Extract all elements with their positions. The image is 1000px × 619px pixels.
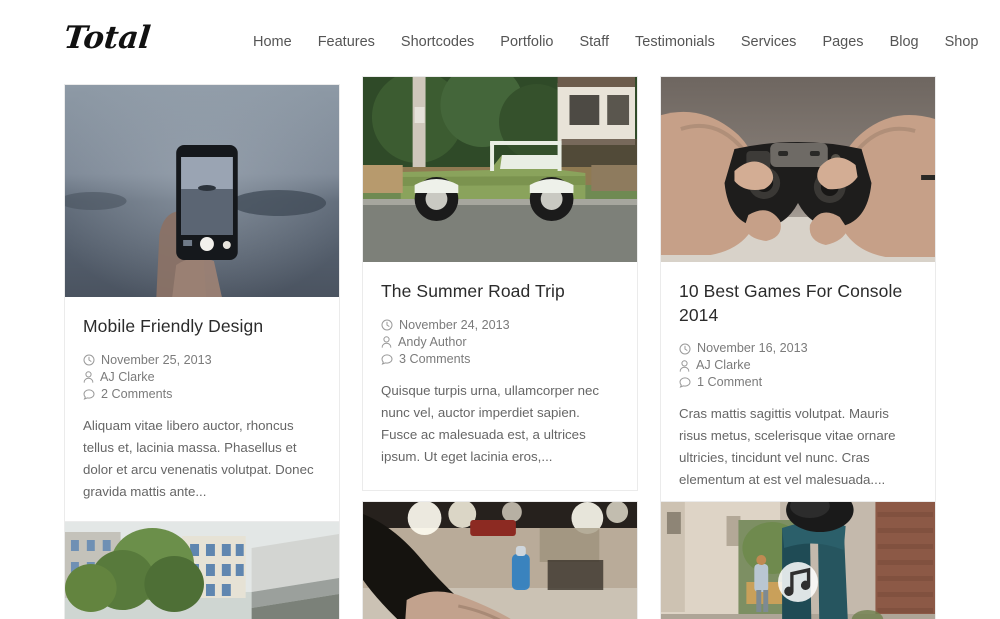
card-date-text: November 25, 2013 bbox=[101, 352, 212, 367]
card-comments-text: 2 Comments bbox=[101, 386, 173, 401]
user-icon bbox=[83, 371, 94, 383]
user-icon bbox=[679, 360, 690, 372]
card-author-text: AJ Clarke bbox=[100, 369, 155, 384]
card-body: 10 Best Games For Console 2014 November … bbox=[661, 262, 935, 514]
nav-item-portfolio[interactable]: Portfolio bbox=[487, 31, 566, 53]
music-note-icon[interactable] bbox=[778, 562, 818, 602]
comment-icon bbox=[381, 354, 393, 365]
blog-card[interactable] bbox=[362, 501, 638, 619]
card-title[interactable]: 10 Best Games For Console 2014 bbox=[679, 280, 917, 327]
site-logo[interactable]: Total bbox=[62, 20, 152, 56]
card-date: November 16, 2013 bbox=[679, 340, 808, 357]
card-author: Andy Author bbox=[381, 334, 467, 351]
card-thumbnail[interactable] bbox=[363, 77, 637, 262]
nav-item-shortcodes[interactable]: Shortcodes bbox=[388, 31, 487, 53]
card-meta: November 16, 2013 AJ Clarke 1 Comment bbox=[679, 340, 917, 391]
card-title[interactable]: Mobile Friendly Design bbox=[83, 315, 321, 339]
masonry-container: Mobile Friendly Design November 25, 2013 bbox=[64, 76, 936, 619]
nav-item-services[interactable]: Services bbox=[728, 31, 810, 53]
card-thumbnail[interactable] bbox=[363, 502, 637, 619]
card-author: AJ Clarke bbox=[679, 357, 751, 374]
card-author-text: AJ Clarke bbox=[696, 358, 751, 373]
blog-grid: Mobile Friendly Design November 25, 2013 bbox=[0, 76, 1000, 619]
main-navigation: Home Features Shortcodes Portfolio Staff… bbox=[240, 31, 1000, 53]
card-thumbnail[interactable] bbox=[65, 522, 339, 619]
clock-icon bbox=[679, 343, 691, 355]
card-body: The Summer Road Trip November 24, 2013 A… bbox=[363, 262, 637, 490]
card-thumbnail[interactable] bbox=[65, 85, 339, 297]
nav-item-home[interactable]: Home bbox=[240, 31, 305, 53]
card-date-text: November 24, 2013 bbox=[399, 317, 510, 332]
card-excerpt: Quisque turpis urna, ullamcorper nec nun… bbox=[381, 382, 600, 464]
nav-item-staff[interactable]: Staff bbox=[566, 31, 622, 53]
site-header: Total Home Features Shortcodes Portfolio… bbox=[0, 0, 1000, 84]
card-comments[interactable]: 3 Comments bbox=[381, 351, 470, 368]
card-comments[interactable]: 2 Comments bbox=[83, 386, 172, 403]
nav-item-testimonials[interactable]: Testimonials bbox=[622, 31, 728, 53]
blog-card[interactable]: Mobile Friendly Design November 25, 2013 bbox=[64, 84, 340, 526]
card-comments-text: 1 Comment bbox=[697, 375, 763, 390]
card-thumbnail[interactable] bbox=[661, 502, 935, 619]
card-comments-text: 3 Comments bbox=[399, 351, 471, 366]
card-excerpt: Cras mattis sagittis volutpat. Mauris ri… bbox=[679, 406, 896, 488]
nav-item-shop[interactable]: Shop bbox=[932, 31, 992, 53]
card-date-text: November 16, 2013 bbox=[697, 341, 808, 356]
card-comments[interactable]: 1 Comment bbox=[679, 374, 762, 391]
card-date: November 24, 2013 bbox=[381, 317, 510, 334]
blog-card[interactable]: 10 Best Games For Console 2014 November … bbox=[660, 76, 936, 515]
user-icon bbox=[381, 336, 392, 348]
card-meta: November 24, 2013 Andy Author 3 Comments bbox=[381, 317, 619, 368]
blog-card[interactable] bbox=[660, 501, 936, 619]
comment-icon bbox=[83, 389, 95, 400]
card-body: Mobile Friendly Design November 25, 2013 bbox=[65, 297, 339, 525]
card-author-text: Andy Author bbox=[398, 334, 467, 349]
card-excerpt: Aliquam vitae libero auctor, rhoncus tel… bbox=[83, 417, 314, 499]
shopping-cart-icon[interactable] bbox=[991, 35, 1000, 50]
card-author: AJ Clarke bbox=[83, 369, 155, 386]
comment-icon bbox=[679, 377, 691, 389]
blog-card[interactable] bbox=[64, 521, 340, 619]
clock-icon bbox=[381, 319, 393, 331]
card-title[interactable]: The Summer Road Trip bbox=[381, 280, 619, 304]
card-date: November 25, 2013 bbox=[83, 352, 212, 369]
nav-item-features[interactable]: Features bbox=[305, 31, 388, 53]
nav-item-blog[interactable]: Blog bbox=[877, 31, 932, 53]
card-meta: November 25, 2013 AJ Clarke 2 Comments bbox=[83, 352, 321, 403]
clock-icon bbox=[83, 354, 95, 366]
blog-card[interactable]: The Summer Road Trip November 24, 2013 A… bbox=[362, 76, 638, 491]
nav-item-pages[interactable]: Pages bbox=[809, 31, 876, 53]
card-thumbnail[interactable] bbox=[661, 77, 935, 262]
